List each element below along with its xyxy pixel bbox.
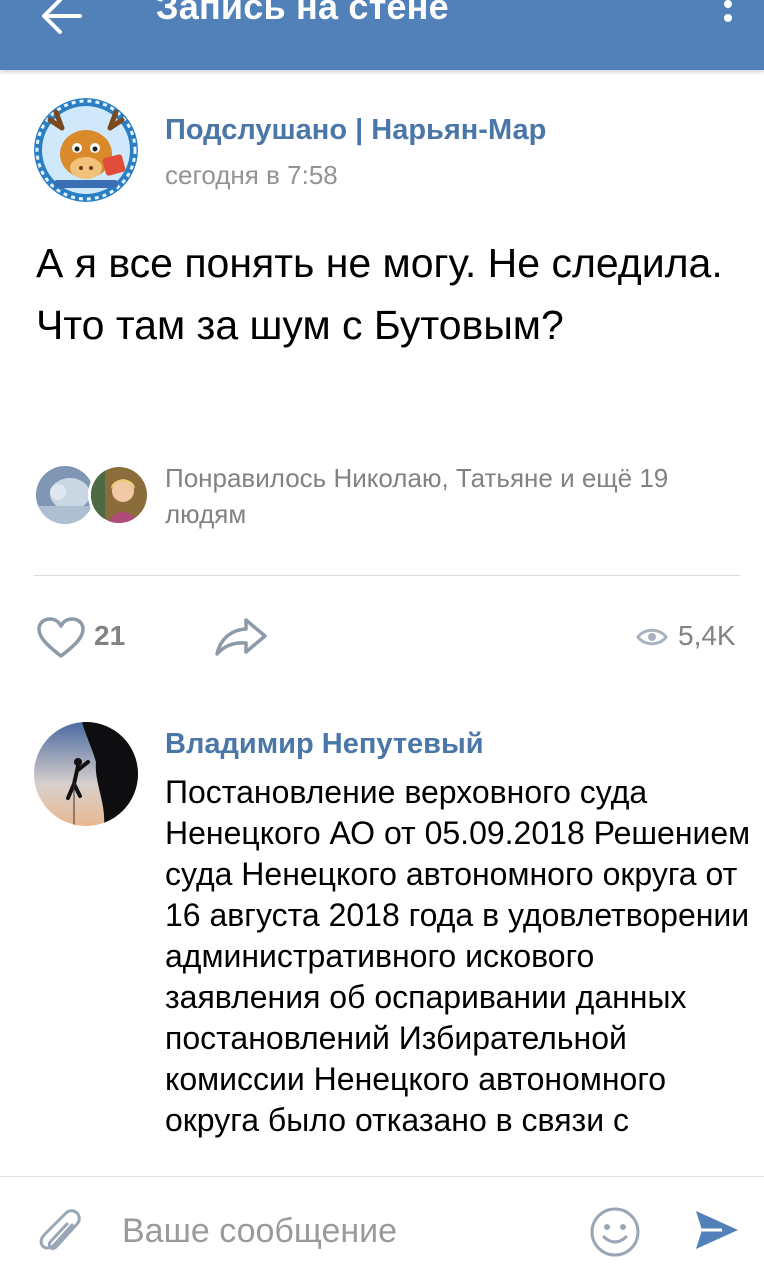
message-input[interactable]: [122, 1205, 562, 1257]
liker-avatar[interactable]: [34, 464, 96, 526]
share-icon[interactable]: [214, 616, 268, 658]
post-timestamp: сегодня в 7:58: [165, 160, 338, 190]
smile-icon[interactable]: [588, 1205, 642, 1259]
comment-author-link[interactable]: Владимир Непутевый: [165, 728, 484, 761]
liker-avatar[interactable]: [88, 464, 150, 526]
arrow-left-icon[interactable]: [38, 0, 84, 36]
more-vertical-icon[interactable]: [716, 0, 740, 36]
liked-by-text[interactable]: Понравилось Николаю, Татьяне и ещё 19 лю…: [165, 460, 735, 532]
group-name-link[interactable]: Подслушано | Нарьян-Мар: [165, 114, 546, 147]
app-bar: Запись на стене: [0, 0, 764, 70]
message-composer: [0, 1176, 764, 1280]
eye-icon: [636, 628, 668, 646]
group-avatar[interactable]: [34, 98, 138, 202]
comment-text: Постановление верховного суда Ненецкого …: [165, 774, 751, 1138]
paperclip-icon[interactable]: [36, 1207, 84, 1259]
page-title: Запись на стене: [156, 0, 449, 27]
send-icon[interactable]: [692, 1205, 742, 1255]
heart-icon[interactable]: [36, 616, 86, 660]
like-count: 21: [94, 620, 126, 651]
commenter-avatar[interactable]: [34, 722, 138, 826]
divider: [34, 575, 740, 576]
post-text: А я все понять не могу. Не следила. Что …: [36, 240, 723, 348]
views-count: 5,4K: [678, 620, 736, 651]
